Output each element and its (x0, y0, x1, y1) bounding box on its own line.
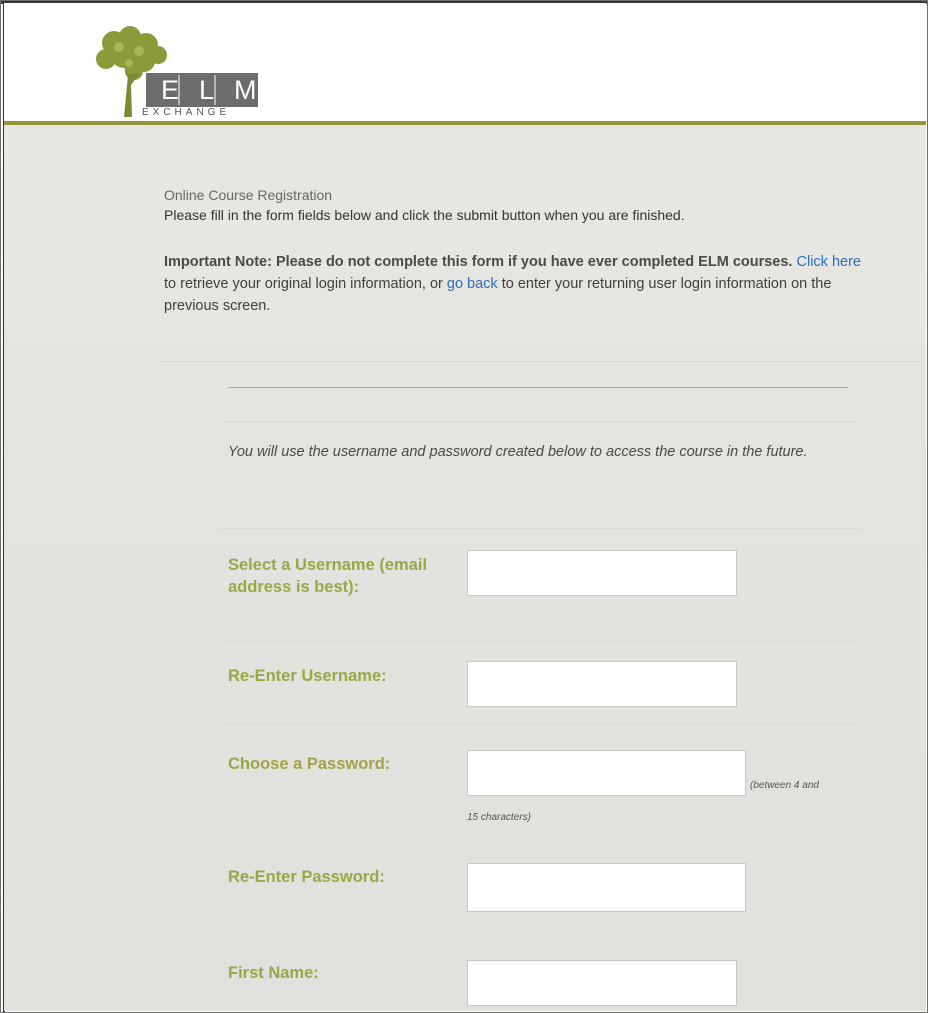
exchange-wordmark: EXCHANGE (142, 107, 231, 118)
instructions-text: Please fill in the form fields below and… (164, 207, 685, 223)
password-label: Choose a Password: (228, 755, 391, 773)
elm-wordmark: ELM (161, 75, 257, 105)
row-divider (220, 723, 860, 724)
site-header: ELM EXCHANGE (4, 3, 926, 121)
click-here-link[interactable]: Click here (797, 254, 861, 270)
reenter-username-label: Re-Enter Username: (228, 667, 387, 685)
page-title: Online Course Registration (164, 187, 333, 203)
main-content: Online Course Registration Please fill i… (4, 125, 926, 1011)
row-divider (220, 528, 860, 529)
important-note: Important Note: Please do not complete t… (164, 251, 864, 317)
horizontal-rule (228, 387, 848, 388)
username-input[interactable] (467, 550, 737, 596)
section-divider (160, 361, 924, 362)
form-hint: You will use the username and password c… (228, 444, 808, 460)
username-label: Select a Username (email address is best… (228, 556, 428, 596)
first-name-label: First Name: (228, 964, 319, 982)
go-back-link[interactable]: go back (447, 276, 498, 292)
first-name-input[interactable] (467, 960, 737, 1006)
password-input[interactable] (467, 750, 746, 796)
important-note-bold: Important Note: Please do not complete t… (164, 254, 793, 270)
row-divider (220, 641, 860, 642)
reenter-username-input[interactable] (467, 661, 737, 707)
note-middle-text: to retrieve your original login informat… (164, 276, 443, 292)
row-divider (220, 421, 860, 422)
password-helper-line2: 15 characters) (467, 812, 531, 823)
reenter-password-label: Re-Enter Password: (228, 868, 385, 886)
reenter-password-input[interactable] (467, 863, 746, 912)
password-helper-line1: (between 4 and (750, 780, 819, 791)
